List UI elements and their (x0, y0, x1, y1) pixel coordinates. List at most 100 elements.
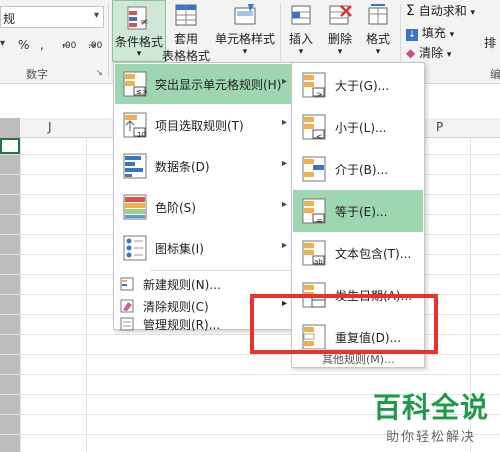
selected-column (0, 118, 20, 452)
between-icon (301, 155, 327, 183)
menu-item-label: 突出显示单元格规则(H) (155, 78, 282, 92)
submenu-item-greater-than[interactable]: > 大于(G)... (293, 64, 423, 106)
submenu-item-label: 小于(L)... (335, 121, 387, 135)
dialog-launcher-icon[interactable]: ↘ (96, 68, 103, 77)
chevron-down-icon: ▾ (375, 47, 381, 57)
fill-button[interactable]: ↓ 填充 ▾ (406, 24, 466, 42)
format-icon (365, 2, 391, 30)
menu-item-label: 清除规则(C) (143, 300, 209, 314)
data-bars-icon (122, 152, 148, 180)
text-glyph: ab (314, 258, 323, 266)
submenu-item-label: 等于(E)... (335, 205, 388, 219)
chevron-down-icon: ▾ (242, 47, 248, 57)
submenu-arrow-icon: ▸ (281, 158, 287, 169)
grid-line (0, 374, 500, 375)
sort-filter-button-partial[interactable]: 排 (484, 34, 496, 51)
number-format-value: 规 (3, 12, 16, 26)
number-format-buttons: ▾ % , ← .00 .00 → (0, 38, 103, 52)
delete-button[interactable]: 删除 ▾ (324, 2, 356, 57)
submenu-arrow-icon: ▸ (281, 199, 287, 210)
ribbon-separator (108, 4, 109, 78)
clear-rules-icon (120, 299, 134, 313)
comma-button[interactable]: , (40, 38, 44, 52)
submenu-item-equal-to[interactable]: = 等于(E)... (293, 190, 423, 232)
fill-label: 填充 (421, 26, 446, 40)
chevron-down-icon: ▾ (446, 50, 452, 60)
percent-button[interactable]: % (18, 38, 29, 52)
submenu-item-text-contains[interactable]: ab 文本包含(T)... (293, 232, 423, 274)
table-format-icon (173, 2, 199, 30)
icon-sets-icon (122, 234, 148, 262)
submenu-arrow-icon: ▸ (281, 76, 287, 87)
insert-label: 插入 (288, 32, 313, 46)
svg-text:≤>: ≤> (136, 88, 148, 96)
insert-icon (288, 2, 314, 30)
chevron-down-icon: ▾ (470, 8, 476, 18)
submenu-item-between[interactable]: 介于(B)... (293, 148, 423, 190)
top-10-badge: 10 (137, 131, 146, 139)
cell-style-button[interactable]: 单元格样式 ▾ (214, 2, 276, 57)
menu-item-label: 新建规则(N)... (143, 278, 221, 292)
column-header-j[interactable]: J (48, 120, 52, 134)
number-group-label: 数字 (26, 68, 48, 81)
conditional-format-icon: ≠ (126, 5, 152, 33)
equal-to-icon (301, 197, 327, 225)
submenu-item-less-than[interactable]: < 小于(L)... (293, 106, 423, 148)
delete-label: 删除 (327, 32, 352, 46)
watermark-title: 百科全说 (372, 391, 489, 424)
submenu-arrow-icon: ▸ (281, 240, 287, 251)
menu-separator (150, 270, 292, 271)
menu-item-label: 图标集(I) (155, 242, 204, 256)
insert-button[interactable]: 插入 ▾ (286, 2, 316, 57)
color-scales-icon (122, 193, 148, 221)
autosum-label: 自动求和 (418, 4, 467, 18)
equal-glyph: = (316, 216, 323, 225)
conditional-format-button[interactable]: ≠ 条件格式 ▾ (112, 0, 166, 62)
menu-item-icon-sets[interactable]: 图标集(I) ▸ (115, 228, 295, 268)
highlight-rules-icon: ≤> (122, 70, 148, 98)
chevron-down-icon: ▾ (93, 10, 99, 21)
watermark-logo: 百科全说 助你轻松解决 (364, 386, 498, 448)
cell-style-label: 单元格样式 (214, 32, 275, 46)
submenu-item-label: 大于(G)... (335, 79, 390, 93)
menu-item-top-bottom-rules[interactable]: 10 项目选取规则(T) ▸ (115, 105, 295, 145)
conditional-format-menu: ≤> 突出显示单元格规则(H) ▸ 10 项目选取规则(T) ▸ 数据条(D) … (113, 62, 297, 332)
cell-style-icon (232, 2, 258, 30)
menu-item-new-rule[interactable]: 新建规则(N)... (115, 273, 295, 295)
submenu-item-label: 介于(B)... (335, 163, 389, 177)
new-rule-icon (120, 277, 134, 291)
clear-button[interactable]: ◆ 清除 ▾ (406, 44, 466, 62)
svg-text:≠: ≠ (140, 17, 148, 28)
column-header-p[interactable]: P (436, 120, 443, 134)
menu-item-label: 管理规则(R)... (143, 318, 221, 332)
submenu-item-label: 文本包含(T)... (335, 247, 412, 261)
delete-icon (327, 2, 353, 30)
grid-line (20, 138, 21, 452)
menu-item-label: 项目选取规则(T) (155, 119, 244, 133)
clear-label: 清除 (419, 46, 444, 60)
active-cell[interactable] (0, 138, 20, 154)
less-than-icon (301, 113, 327, 141)
sigma-icon: Σ (406, 3, 415, 19)
table-format-label-line1: 套用 (173, 32, 198, 46)
menu-item-label: 色阶(S) (155, 201, 196, 215)
red-highlight-box (250, 294, 438, 354)
editing-group-label-partial: 编 (490, 68, 500, 81)
number-format-dropdown[interactable]: 规 ▾ (0, 6, 104, 28)
autosum-button[interactable]: Σ 自动求和 ▾ (406, 2, 480, 20)
chevron-down-icon: ▾ (337, 47, 343, 57)
eraser-icon: ◆ (406, 46, 416, 60)
grid-line (86, 138, 87, 452)
chevron-down-icon: ▾ (298, 47, 304, 57)
currency-dropdown-icon[interactable]: ▾ (0, 38, 5, 49)
menu-item-highlight-rules[interactable]: ≤> 突出显示单元格规则(H) ▸ (115, 64, 295, 104)
format-button[interactable]: 格式 ▾ (362, 2, 394, 57)
grid-line (0, 354, 500, 355)
menu-item-color-scales[interactable]: 色阶(S) ▸ (115, 187, 295, 227)
fill-down-icon: ↓ (406, 29, 418, 41)
chevron-down-icon: ▾ (136, 49, 142, 59)
chevron-down-icon: ▾ (449, 30, 455, 40)
menu-item-data-bars[interactable]: 数据条(D) ▸ (115, 146, 295, 186)
format-label: 格式 (365, 32, 390, 46)
submenu-arrow-icon: ▸ (281, 117, 287, 128)
